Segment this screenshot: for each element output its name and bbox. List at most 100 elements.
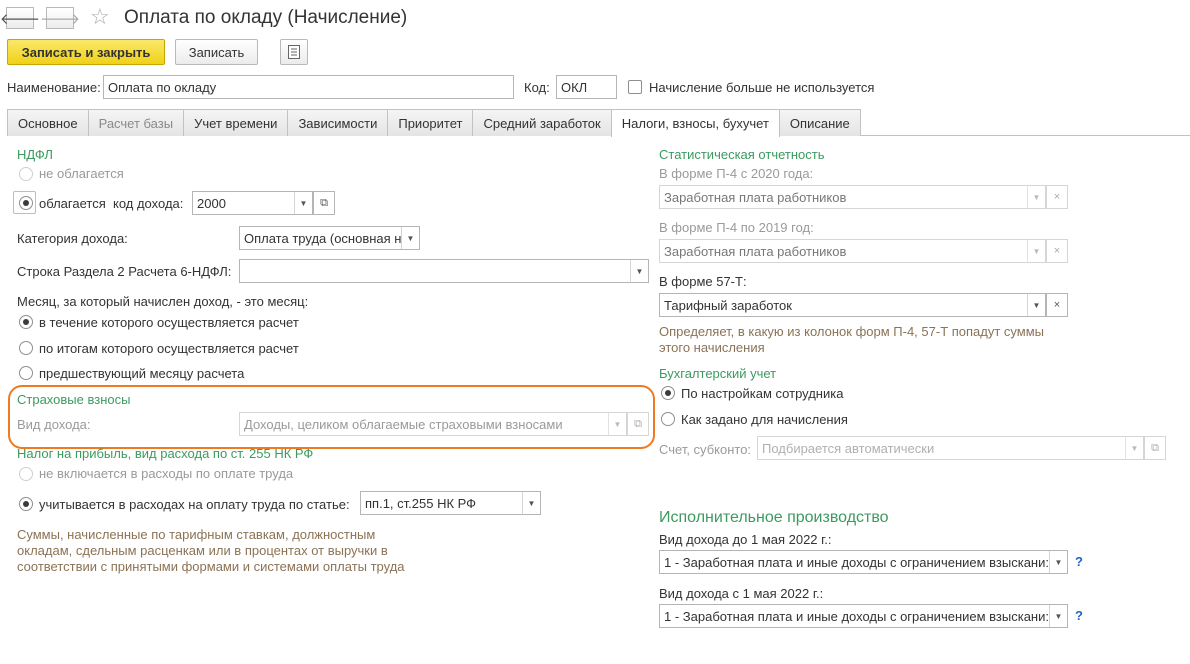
save-button[interactable]: Записать: [175, 39, 258, 65]
account-placeholder: Подбирается автоматически: [762, 440, 935, 456]
tab-description[interactable]: Описание: [778, 109, 861, 136]
accounting-employee-label: По настройкам сотрудника: [681, 386, 844, 401]
p4-2019-label: В форме П-4 по 2019 год:: [659, 220, 814, 235]
profit-tax-heading: Налог на прибыль, вид расхода по ст. 255…: [17, 446, 314, 461]
stats-note: Определяет, в какую из колонок форм П-4,…: [659, 324, 1044, 356]
ndfl-not-taxed-radio[interactable]: [19, 167, 33, 181]
tab-time-tracking[interactable]: Учет времени: [183, 109, 289, 136]
profit-included-label: учитывается в расходах на оплату труда п…: [39, 497, 350, 512]
document-list-icon: [288, 45, 300, 59]
save-and-close-button[interactable]: Записать и закрыть: [7, 39, 165, 65]
chevron-down-icon[interactable]: ▼: [522, 492, 540, 514]
f57-select[interactable]: Тарифный заработок ▼: [659, 293, 1046, 317]
code-label: Код:: [524, 80, 550, 95]
chevron-down-icon[interactable]: ▼: [1049, 551, 1067, 573]
account-open-button[interactable]: ⧉: [1144, 436, 1166, 460]
p4-2019-select[interactable]: Заработная плата работников ▼: [659, 239, 1046, 263]
name-field[interactable]: Оплата по окладу: [103, 75, 514, 99]
enforcement-after-select[interactable]: 1 - Заработная плата и иные доходы с огр…: [659, 604, 1068, 628]
close-icon: ×: [1053, 191, 1061, 203]
f57-value: Тарифный заработок: [664, 297, 792, 313]
note-line: окладам, сдельным расценкам или в процен…: [17, 543, 388, 558]
profit-not-included-label: не включается в расходы по оплате труда: [39, 466, 294, 481]
row-6ndfl-field[interactable]: ▼: [239, 259, 649, 283]
row-6ndfl-label: Строка Раздела 2 Расчета 6-НДФЛ:: [17, 264, 232, 279]
enforcement-before-select[interactable]: 1 - Заработная плата и иные доходы с огр…: [659, 550, 1068, 574]
p4-2020-label: В форме П-4 с 2020 года:: [659, 166, 814, 181]
back-button[interactable]: 🡐: [0, 7, 40, 29]
unused-checkbox[interactable]: [628, 80, 642, 94]
article-select[interactable]: пп.1, ст.255 НК РФ ▼: [360, 491, 541, 515]
help-icon[interactable]: ?: [1075, 554, 1083, 569]
accounting-employee-radio[interactable]: [661, 386, 675, 400]
enforcement-heading: Исполнительное производство: [659, 509, 889, 526]
chevron-down-icon[interactable]: ▼: [1125, 437, 1143, 459]
insurance-income-type-value: Доходы, целиком облагаемые страховыми вз…: [244, 416, 563, 432]
tab-base-calculation[interactable]: Расчет базы: [87, 109, 185, 136]
tab-main[interactable]: Основное: [7, 109, 89, 136]
tab-dependencies[interactable]: Зависимости: [287, 109, 389, 136]
note-line: Определяет, в какую из колонок форм П-4,…: [659, 324, 1045, 339]
note-line: соответствии с принятыми формами и систе…: [17, 559, 405, 574]
open-form-button[interactable]: ⧉: [313, 191, 335, 215]
help-icon[interactable]: ?: [1075, 608, 1083, 623]
profit-tax-note: Суммы, начисленные по тарифным ставкам, …: [17, 527, 405, 575]
profit-not-included-radio[interactable]: [19, 467, 33, 481]
tab-average-earnings[interactable]: Средний заработок: [472, 109, 612, 136]
chevron-down-icon[interactable]: ▼: [1027, 294, 1045, 316]
arrow-left-icon: 🡐: [0, 10, 41, 28]
p4-2020-select[interactable]: Заработная плата работников ▼: [659, 185, 1046, 209]
ndfl-heading: НДФЛ: [17, 147, 53, 162]
profit-included-radio[interactable]: [19, 497, 33, 511]
enforcement-before-label: Вид дохода до 1 мая 2022 г.:: [659, 532, 832, 547]
tab-bar: Основное Расчет базы Учет времени Зависи…: [7, 109, 861, 137]
star-icon[interactable]: ☆: [90, 4, 110, 30]
code-value: ОКЛ: [561, 79, 588, 95]
close-icon: ×: [1053, 299, 1061, 311]
accounting-accrual-radio[interactable]: [661, 412, 675, 426]
chevron-down-icon[interactable]: ▼: [1049, 605, 1067, 627]
ndfl-taxed-radio[interactable]: [19, 196, 33, 210]
note-line: этого начисления: [659, 340, 765, 355]
insurance-income-type-select[interactable]: Доходы, целиком облагаемые страховыми вз…: [239, 412, 627, 436]
income-code-field[interactable]: 2000 ▼: [192, 191, 313, 215]
income-category-label: Категория дохода:: [17, 231, 128, 246]
enforcement-after-value: 1 - Заработная плата и иные доходы с огр…: [664, 608, 1049, 624]
tab-priority[interactable]: Приоритет: [387, 109, 474, 136]
open-window-icon: ⧉: [1151, 441, 1159, 454]
month-opt1-label: в течение которого осуществляется расчет: [39, 315, 299, 330]
enforcement-after-label: Вид дохода с 1 мая 2022 г.:: [659, 586, 824, 601]
ndfl-taxed-label: облагается: [39, 196, 106, 211]
income-code-value: 2000: [197, 195, 226, 211]
enforcement-before-value: 1 - Заработная плата и иные доходы с огр…: [664, 554, 1049, 570]
insurance-open-button[interactable]: ⧉: [627, 412, 649, 436]
month-opt3-label: предшествующий месяцу расчета: [39, 366, 245, 381]
document-list-button[interactable]: [280, 39, 308, 65]
income-category-value: Оплата труда (основная н: [244, 230, 402, 246]
month-opt1-radio[interactable]: [19, 315, 33, 329]
chevron-down-icon[interactable]: ▼: [401, 227, 419, 249]
month-opt3-radio[interactable]: [19, 366, 33, 380]
p4-2019-clear-button[interactable]: ×: [1046, 239, 1068, 263]
chevron-down-icon[interactable]: ▼: [294, 192, 312, 214]
month-question: Месяц, за который начислен доход, - это …: [17, 294, 309, 309]
unused-label: Начисление больше не используется: [649, 80, 875, 95]
chevron-down-icon[interactable]: ▼: [608, 413, 626, 435]
chevron-down-icon[interactable]: ▼: [630, 260, 648, 282]
forward-button[interactable]: 🡒: [40, 7, 80, 29]
f57-clear-button[interactable]: ×: [1046, 293, 1068, 317]
name-value: Оплата по окладу: [108, 79, 217, 95]
article-value: пп.1, ст.255 НК РФ: [365, 495, 477, 511]
chevron-down-icon[interactable]: ▼: [1027, 186, 1045, 208]
account-field[interactable]: Подбирается автоматически ▼: [757, 436, 1144, 460]
chevron-down-icon[interactable]: ▼: [1027, 240, 1045, 262]
income-code-label: код дохода:: [113, 196, 184, 211]
page-title: Оплата по окладу (Начисление): [124, 7, 408, 28]
p4-2020-clear-button[interactable]: ×: [1046, 185, 1068, 209]
code-field[interactable]: ОКЛ: [556, 75, 617, 99]
f57-label: В форме 57-Т:: [659, 274, 747, 289]
month-opt2-radio[interactable]: [19, 341, 33, 355]
income-category-select[interactable]: Оплата труда (основная н ▼: [239, 226, 420, 250]
p4-2020-value: Заработная плата работников: [664, 189, 847, 205]
tab-taxes[interactable]: Налоги, взносы, бухучет: [610, 109, 780, 137]
